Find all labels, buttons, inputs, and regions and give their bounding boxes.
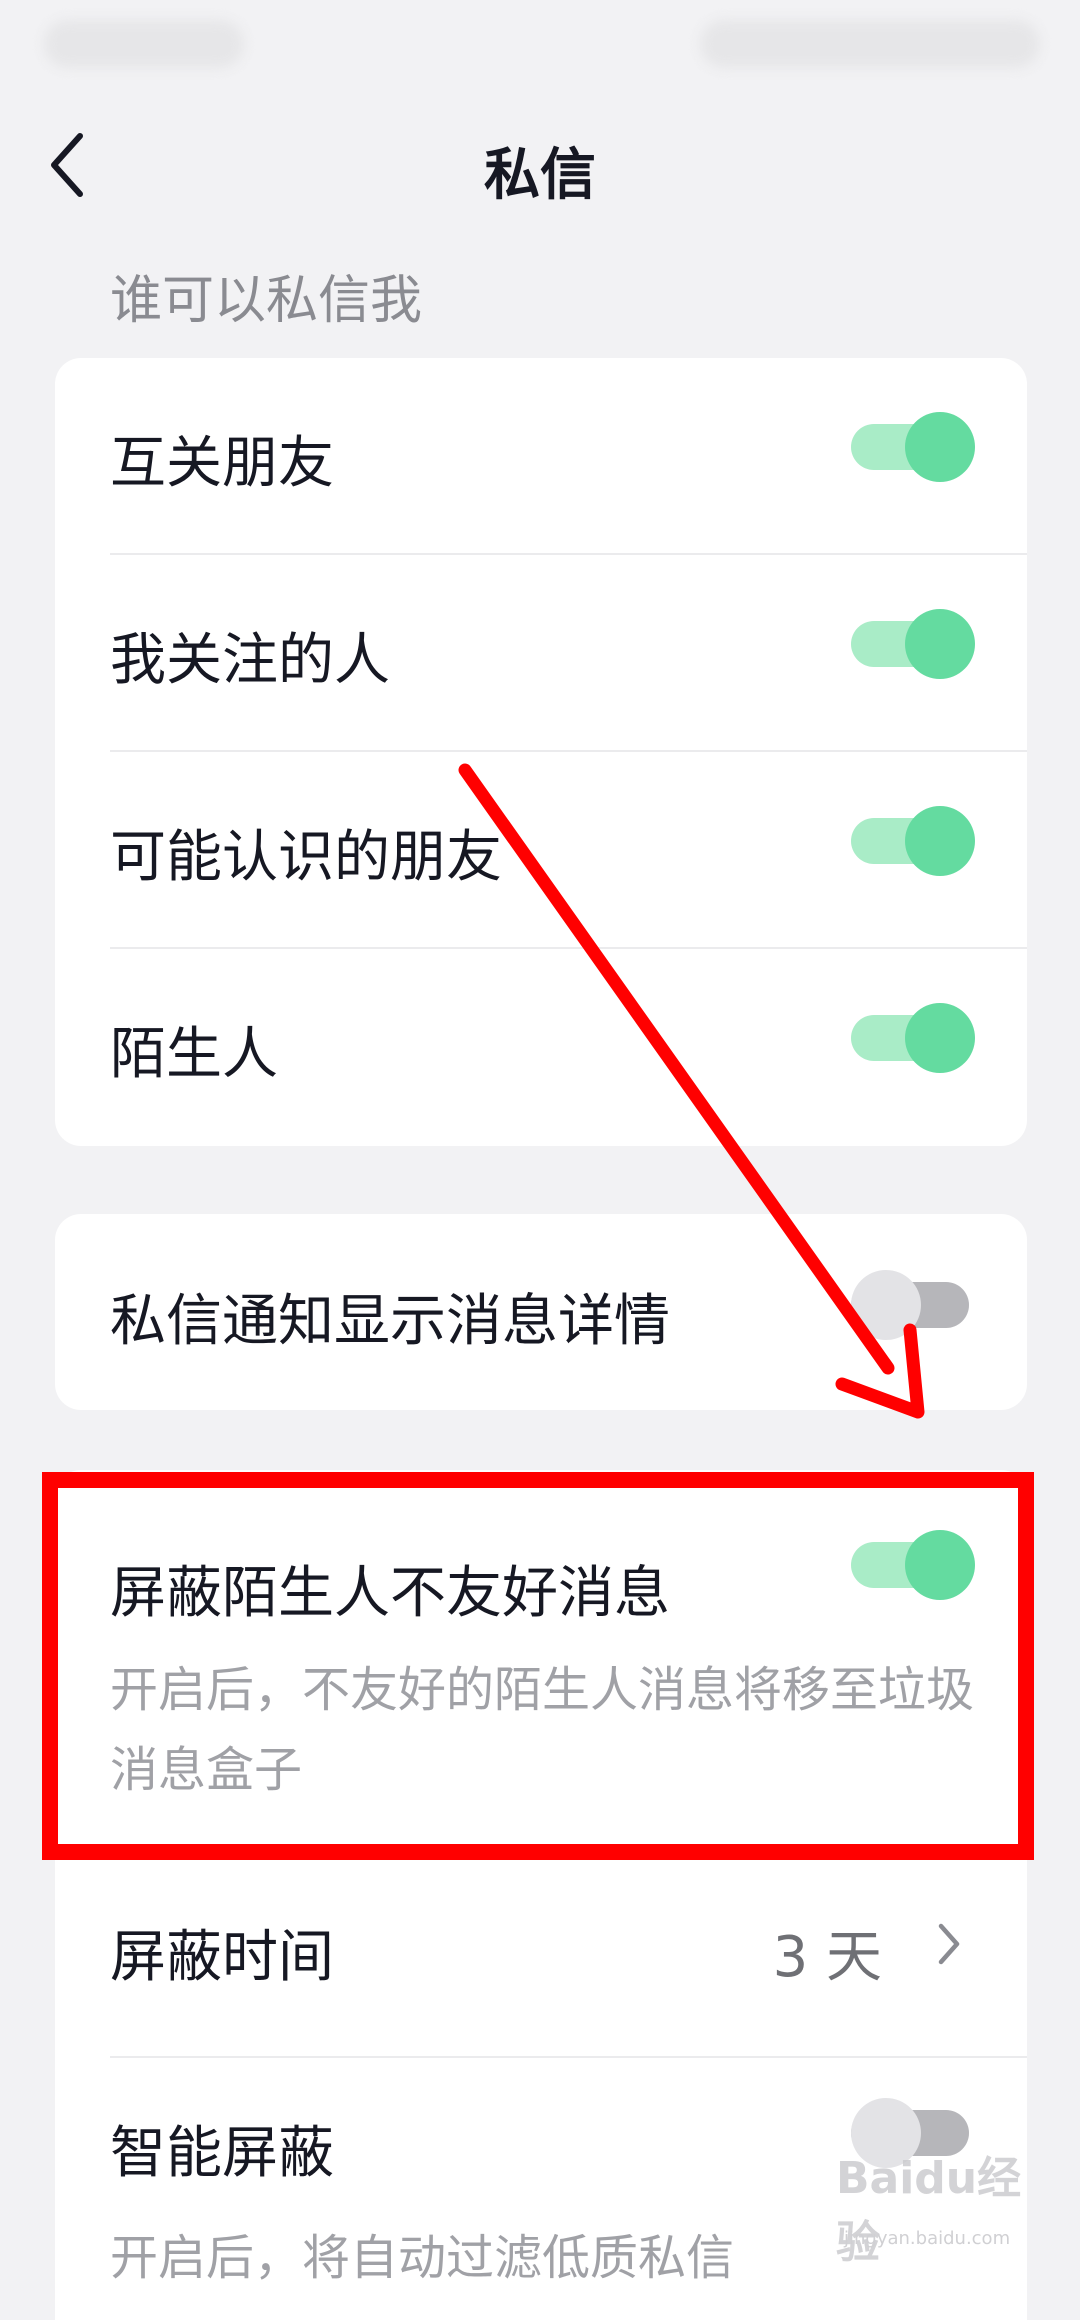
block-unfriendly-label: 屏蔽陌生人不友好消息 (110, 1561, 670, 1626)
block-unfriendly-row[interactable]: 屏蔽陌生人不友好消息 开启后，不友好的陌生人消息将移至垃圾消息盒子 (55, 1470, 1027, 1860)
notification-card: 私信通知显示消息详情 (55, 1214, 1027, 1410)
permission-label: 互关朋友 (110, 431, 334, 496)
permission-label: 我关注的人 (110, 628, 390, 693)
toggle-following[interactable] (851, 609, 975, 679)
toggle-may-know[interactable] (851, 806, 975, 876)
notification-label: 私信通知显示消息详情 (110, 1289, 670, 1354)
permission-row-mutual-friends[interactable]: 互关朋友 (55, 358, 1027, 554)
status-bar (0, 0, 1080, 90)
permission-row-may-know[interactable]: 可能认识的朋友 (55, 752, 1027, 948)
toggle-mutual-friends[interactable] (851, 412, 975, 482)
block-unfriendly-description: 开启后，不友好的陌生人消息将移至垃圾消息盒子 (110, 1662, 975, 1798)
smart-block-label: 智能屏蔽 (110, 2121, 334, 2186)
notification-row[interactable]: 私信通知显示消息详情 (55, 1214, 1027, 1410)
permission-label: 可能认识的朋友 (110, 825, 502, 890)
permission-label: 陌生人 (110, 1022, 278, 1087)
toggle-block-unfriendly[interactable] (851, 1530, 975, 1600)
toggle-strangers[interactable] (851, 1003, 975, 1073)
status-bar-right-blurred (700, 20, 1040, 68)
page-title: 私信 (484, 143, 596, 208)
block-time-value: 3 天 (772, 1925, 882, 1990)
permission-row-strangers[interactable]: 陌生人 (55, 949, 1027, 1145)
baidu-watermark-url: jingyan.baidu.com (844, 2228, 1011, 2249)
nav-bar: 私信 (0, 100, 1080, 230)
block-time-row[interactable]: 屏蔽时间 3 天 (55, 1860, 1027, 2056)
block-time-label: 屏蔽时间 (110, 1925, 334, 1990)
chevron-right-icon (938, 1923, 960, 1965)
permissions-card: 互关朋友 我关注的人 可能认识的朋友 陌生人 (55, 358, 1027, 1146)
toggle-notification-details[interactable] (851, 1270, 975, 1340)
permission-row-following[interactable]: 我关注的人 (55, 555, 1027, 751)
section-label-who-can-message: 谁可以私信我 (110, 271, 423, 331)
baidu-watermark: Baidu经验 (836, 2153, 1022, 2268)
status-bar-left-blurred (44, 20, 244, 68)
